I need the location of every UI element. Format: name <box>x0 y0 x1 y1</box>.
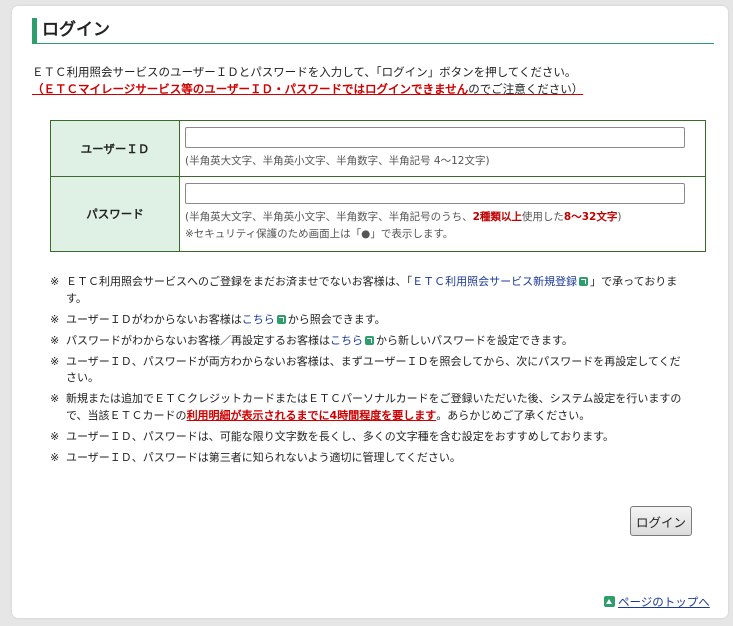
note-item: ※ 新規または追加でＥＴＣクレジットカードまたはＥＴＣパーソナルカードをご登録いた… <box>50 391 690 424</box>
password-security-note: ※セキュリティ保護のため画面上は「●」で表示します。 <box>185 228 454 240</box>
warning-text: （ＥＴＣマイレージサービス等のユーザーＩＤ・パスワードではログインできません <box>32 82 469 96</box>
note-text: ユーザーＩＤ、パスワードが両方わからないお客様は、まずユーザーＩＤを照会してから… <box>66 354 681 385</box>
password-hint-text: 使用した <box>521 211 564 223</box>
external-link-icon <box>276 314 286 324</box>
external-link-icon <box>579 277 589 286</box>
note-text: ユーザーＩＤ、パスワードは、可能な限り文字数を長くし、多くの文字種を含む設定をお… <box>66 429 615 443</box>
password-hint-emphasis: 2種類以上 <box>472 211 522 223</box>
note-text: ユーザーＩＤがわからないお客様は <box>66 312 242 326</box>
page-title: ログイン <box>32 18 714 44</box>
note-text: から新しいパスワードを設定できます。 <box>376 333 573 347</box>
password-cell: (半角英大文字、半角英小文字、半角数字、半角記号のうち、2種類以上使用した8～3… <box>179 176 706 252</box>
userid-hint: (半角英大文字、半角英小文字、半角数字、半角記号 4～12文字) <box>185 155 490 167</box>
register-link[interactable]: ＥＴＣ利用照会サービス新規登録 <box>412 275 577 288</box>
notes-list: ※ ＥＴＣ利用照会サービスへのご登録をまだお済ませでないお客様は、「ＥＴＣ利用照会… <box>50 274 690 471</box>
note-item: ※ ユーザーＩＤがわからないお客様はこちら から照会できます。 <box>50 312 690 329</box>
page-top-link[interactable]: ページのトップへ <box>604 594 710 610</box>
note-mark: ※ <box>50 275 60 288</box>
note-text: から照会できます。 <box>287 312 386 326</box>
note-item: ※ ユーザーＩＤ、パスワードは、可能な限り文字数を長くし、多くの文字種を含む設定を… <box>50 429 690 446</box>
note-item: ※ ユーザーＩＤ、パスワードは第三者に知られないよう適切に管理してください。 <box>50 450 690 467</box>
password-hint-text: ) <box>617 211 622 223</box>
note-text: ユーザーＩＤ、パスワードは第三者に知られないよう適切に管理してください。 <box>66 450 461 464</box>
userid-row: ユーザーＩＤ (半角英大文字、半角英小文字、半角数字、半角記号 4～12文字) <box>50 120 706 177</box>
note-mark: ※ <box>50 450 60 464</box>
note-text: 。あらかじめご了承ください。 <box>436 408 591 422</box>
userid-input[interactable] <box>185 127 685 148</box>
note-item: ※ ユーザーＩＤ、パスワードが両方わからないお客様は、まずユーザーＩＤを照会してか… <box>50 354 690 387</box>
userid-cell: (半角英大文字、半角英小文字、半角数字、半角記号 4～12文字) <box>179 120 706 177</box>
note-item: ※ ＥＴＣ利用照会サービスへのご登録をまだお済ませでないお客様は、「ＥＴＣ利用照会… <box>50 274 690 307</box>
password-label: パスワード <box>50 176 180 252</box>
intro-line: ＥＴＣ利用照会サービスのユーザーＩＤとパスワードを入力して、「ログイン」ボタンを… <box>32 65 577 79</box>
note-mark: ※ <box>50 333 60 347</box>
password-hint-emphasis: 8～32文字 <box>563 211 618 223</box>
password-hint: (半角英大文字、半角英小文字、半角数字、半角記号のうち、2種類以上使用した8～3… <box>185 209 699 226</box>
login-panel: ログイン ＥＴＣ利用照会サービスのユーザーＩＤとパスワードを入力して、「ログイン… <box>12 6 728 618</box>
warning-line: （ＥＴＣマイレージサービス等のユーザーＩＤ・パスワードではログインできませんので… <box>32 81 722 98</box>
note-mark: ※ <box>50 392 60 405</box>
warning-suffix: のでご注意ください） <box>468 82 584 96</box>
login-button[interactable]: ログイン <box>630 506 692 536</box>
note-text: ＥＴＣ利用照会サービスへのご登録をまだお済ませでないお客様は、「 <box>66 275 413 288</box>
password-reset-link[interactable]: こちら <box>330 334 363 347</box>
note-mark: ※ <box>50 429 60 443</box>
arrow-up-icon <box>604 596 615 607</box>
note-emphasis: 利用明細が表示されるまでに4時間程度を要します <box>186 408 437 422</box>
note-mark: ※ <box>50 312 60 326</box>
userid-label: ユーザーＩＤ <box>50 120 180 177</box>
external-link-icon <box>365 335 374 345</box>
note-item: ※ パスワードがわからないお客様／再設定するお客様はこちら から新しいパスワードを設… <box>50 333 690 350</box>
note-text: パスワードがわからないお客様／再設定するお客様は <box>66 333 330 347</box>
password-hint-text: (半角英大文字、半角英小文字、半角数字、半角記号のうち、 <box>185 211 473 223</box>
password-row: パスワード (半角英大文字、半角英小文字、半角数字、半角記号のうち、2種類以上使… <box>50 176 706 252</box>
note-mark: ※ <box>50 354 60 368</box>
userid-inquiry-link[interactable]: こちら <box>242 313 275 326</box>
password-input[interactable] <box>185 183 685 204</box>
login-form-table: ユーザーＩＤ (半角英大文字、半角英小文字、半角数字、半角記号 4～12文字) … <box>50 120 706 252</box>
page-top-label: ページのトップへ <box>618 595 710 609</box>
intro-text: ＥＴＣ利用照会サービスのユーザーＩＤとパスワードを入力して、「ログイン」ボタンを… <box>32 64 722 98</box>
